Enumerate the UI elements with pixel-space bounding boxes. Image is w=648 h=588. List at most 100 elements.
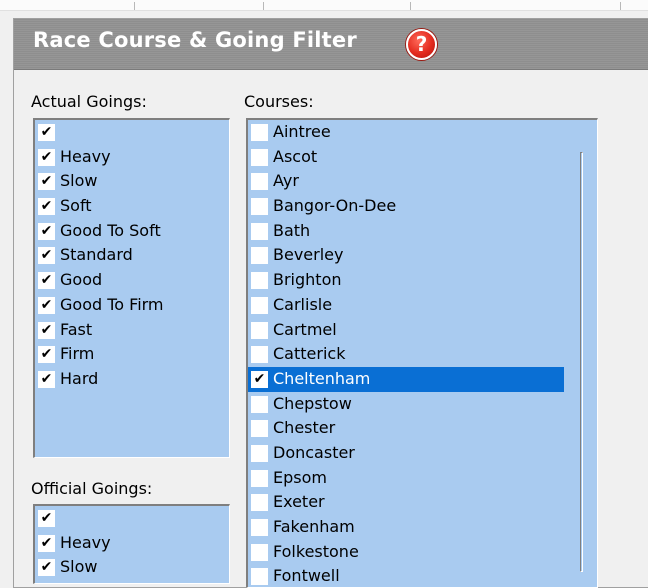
checkbox[interactable]: ✔ (38, 510, 55, 527)
list-item-label: Cartmel (273, 319, 337, 339)
list-item[interactable]: Bangor-On-Dee (248, 194, 564, 219)
divider (620, 2, 621, 10)
checkbox[interactable]: ✔ (38, 370, 55, 388)
checkbox[interactable] (251, 296, 268, 314)
checkbox[interactable] (251, 272, 268, 290)
list-item[interactable]: Ayr (248, 169, 564, 194)
divider (263, 2, 264, 10)
checkbox[interactable]: ✔ (38, 247, 55, 265)
list-item[interactable]: Folkestone (248, 540, 564, 565)
checkbox[interactable] (251, 469, 268, 487)
list-item-label: Ascot (273, 146, 318, 166)
list-item-label: Hard (60, 368, 99, 388)
checkbox[interactable]: ✔ (38, 148, 55, 166)
list-item[interactable]: Catterick (248, 342, 564, 367)
list-item-label: Cheltenham (273, 368, 371, 388)
list-item-label: Heavy (60, 532, 111, 552)
list-item-label: Fontwell (273, 566, 340, 586)
list-item[interactable]: Exeter (248, 490, 564, 515)
checkbox[interactable] (251, 346, 268, 364)
list-item-label: Beverley (273, 245, 344, 265)
list-item[interactable]: Bath (248, 219, 564, 244)
list-item[interactable]: Fontwell (248, 564, 564, 587)
list-item[interactable]: Ascot (248, 145, 564, 170)
list-item-label: Aintree (273, 122, 331, 141)
checkbox[interactable] (251, 444, 268, 462)
panel-title: Race Course & Going Filter (33, 28, 357, 52)
official-goings-list[interactable]: ✔ ✔ Heavy ✔ Slow (33, 504, 230, 584)
list-item[interactable]: Chester (248, 416, 564, 441)
checkbox[interactable]: ✔ (38, 222, 55, 240)
list-item[interactable]: ✔ (35, 506, 229, 531)
list-item-label: Bangor-On-Dee (273, 196, 397, 216)
list-item[interactable]: Epsom (248, 466, 564, 491)
list-item-label: Epsom (273, 467, 327, 487)
checkbox[interactable] (251, 321, 268, 339)
checkbox[interactable] (251, 395, 268, 413)
list-item[interactable]: ✔ Heavy (35, 145, 229, 170)
list-item[interactable]: ✔ Cheltenham (248, 366, 564, 392)
list-item[interactable]: Carlisle (248, 293, 564, 318)
list-item[interactable]: Doncaster (248, 441, 564, 466)
checkbox[interactable]: ✔ (38, 346, 55, 364)
checkbox[interactable]: ✔ (38, 559, 55, 577)
list-item-label: Slow (60, 557, 98, 577)
courses-scrollbar[interactable] (580, 152, 583, 572)
list-item[interactable]: Chepstow (248, 392, 564, 417)
list-item-label: Ayr (273, 171, 299, 191)
list-item[interactable]: ✔ Fast (35, 318, 229, 343)
list-item[interactable]: Beverley (248, 243, 564, 268)
checkbox[interactable]: ✔ (38, 321, 55, 339)
list-item[interactable]: Cartmel (248, 318, 564, 343)
checkbox[interactable]: ✔ (251, 370, 268, 388)
checkbox[interactable]: ✔ (38, 173, 55, 191)
list-item-label: Fakenham (273, 517, 355, 536)
checkbox[interactable]: ✔ (38, 124, 55, 141)
list-item[interactable]: Aintree (248, 120, 564, 145)
list-item-label: Doncaster (273, 442, 355, 462)
actual-goings-label: Actual Goings: (31, 92, 147, 111)
list-item[interactable]: ✔ Hard (35, 367, 229, 392)
list-item-label: Carlisle (273, 294, 333, 314)
actual-goings-list[interactable]: ✔ ✔ Heavy ✔ Slow ✔ Soft ✔ Good To Soft ✔ Standard ✔… (33, 118, 230, 458)
list-item-label: Standard (60, 245, 133, 265)
list-item[interactable]: ✔ Standard (35, 243, 229, 268)
list-item-label: Chester (273, 418, 336, 438)
top-strip (0, 0, 648, 11)
courses-list[interactable]: Aintree Ascot Ayr Bangor-On-Dee Bath Beverley… (246, 118, 598, 588)
checkbox[interactable] (251, 568, 268, 586)
help-icon[interactable]: ? (406, 29, 437, 60)
list-item[interactable]: ✔ (35, 120, 229, 145)
list-item-label: Slow (60, 171, 98, 191)
list-item-label: Catterick (273, 344, 346, 364)
checkbox[interactable]: ✔ (38, 534, 55, 552)
checkbox[interactable] (251, 198, 268, 216)
list-item[interactable]: ✔ Good To Soft (35, 219, 229, 244)
list-item[interactable]: ✔ Soft (35, 194, 229, 219)
checkbox[interactable]: ✔ (38, 272, 55, 290)
list-item-label: Good To Firm (60, 294, 164, 314)
checkbox[interactable] (251, 222, 268, 240)
list-item[interactable]: Brighton (248, 268, 564, 293)
checkbox[interactable] (251, 519, 268, 536)
list-item[interactable]: ✔ Good To Firm (35, 293, 229, 318)
checkbox[interactable] (251, 148, 268, 166)
list-item-label: Exeter (273, 492, 325, 512)
list-item[interactable]: ✔ Heavy (35, 531, 229, 556)
checkbox[interactable] (251, 420, 268, 438)
divider (410, 2, 411, 10)
list-item[interactable]: ✔ Slow (35, 169, 229, 194)
checkbox[interactable]: ✔ (38, 198, 55, 216)
checkbox[interactable] (251, 173, 268, 191)
checkbox[interactable] (251, 247, 268, 265)
checkbox[interactable] (251, 543, 268, 561)
checkbox[interactable] (251, 124, 268, 141)
list-item[interactable]: ✔ Firm (35, 342, 229, 367)
checkbox[interactable] (251, 494, 268, 512)
courses-label: Courses: (244, 92, 314, 111)
list-item[interactable]: ✔ Good (35, 268, 229, 293)
list-item[interactable]: ✔ Slow (35, 555, 229, 580)
list-item-label: Heavy (60, 146, 111, 166)
checkbox[interactable]: ✔ (38, 296, 55, 314)
list-item[interactable]: Fakenham (248, 515, 564, 540)
